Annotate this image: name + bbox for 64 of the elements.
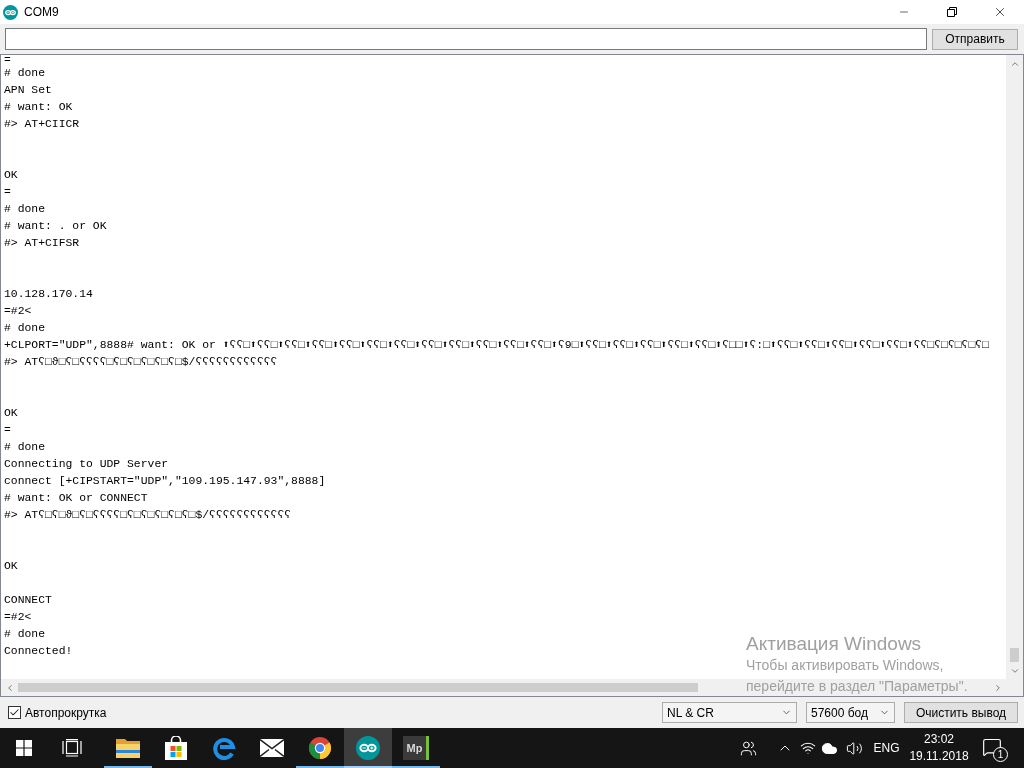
autoscroll-checkbox[interactable] bbox=[8, 706, 21, 719]
output-line: = bbox=[4, 423, 11, 438]
clock-time[interactable]: 23:02 bbox=[924, 731, 954, 748]
output-line: #> ATʕ□ʕ□ϑ□ʕ□ʕʕʕʕ□ʕ□ʕ□ʕ□ʕ□ʕ□$/ʕʕʕʕʕʕʕʕʕʕʕʕ bbox=[4, 508, 292, 523]
output-line: = bbox=[4, 185, 11, 200]
output-line: # want: . or OK bbox=[4, 219, 107, 234]
infinity-logo-icon bbox=[356, 736, 380, 760]
task-view-icon bbox=[62, 739, 82, 757]
output-line: # want: OK or CONNECT bbox=[4, 491, 148, 506]
output-line: CONNECT bbox=[4, 593, 52, 608]
scrollbar-thumb[interactable] bbox=[1010, 648, 1019, 662]
output-line: Connecting to UDP Server bbox=[4, 457, 169, 472]
output-line: # done bbox=[4, 321, 45, 336]
taskbar-button[interactable] bbox=[344, 728, 392, 768]
output-line: =#2< bbox=[4, 304, 32, 319]
browser-icon bbox=[308, 736, 332, 760]
output-line: connect [+CIPSTART="UDP","109.195.147.93",8888] bbox=[4, 474, 326, 489]
language-button[interactable]: ENG bbox=[868, 728, 905, 768]
output-line: Connected! bbox=[4, 644, 73, 659]
output-line: # done bbox=[4, 202, 45, 217]
output-line: +CLPORT="UDP",8888# want: OK or ⬆ʕʕ□⬆ʕʕ□⬆ʕʕ□⬆ʕʕ□⬆ʕʕ□⬆ʕʕ□⬆ʕʕ□⬆ʕʕ□⬆ʕʕ□⬆ʕʕ□⬆ʕʕ□⬆ʕʕ□⬆ʕ9□⬆ʕʕ□⬆ʕʕ□⬆ʕʕ□⬆ʕʕ□⬆ʕʕ□⬆ʕ□□⬆ʕ:□⬆ʕʕ□⬆ʕʕ□⬆ʕʕ□⬆ʕʕ□⬆ʕʕ□⬆ʕʕ□ʕ□ʕ□ʕ□ʕ□ bbox=[4, 338, 989, 353]
output-line: #> AT+CIFSR bbox=[4, 236, 80, 251]
output-line: # want: OK bbox=[4, 100, 73, 115]
autoscroll-label: Автопрокрутка bbox=[25, 705, 107, 720]
scrollbar-thumb[interactable] bbox=[18, 683, 698, 692]
send-button[interactable]: Отправить bbox=[932, 28, 1018, 50]
output-line: #> ATʕ□ϑ□ʕ□ʕʕʕʕ□ʕ□ʕ□ʕ□ʕ□ʕ□$/ʕʕʕʕʕʕʕʕʕʕʕʕ bbox=[4, 355, 278, 370]
restore-icon bbox=[947, 7, 957, 17]
clock-date[interactable]: 19.11.2018 bbox=[909, 748, 969, 765]
close-icon bbox=[993, 5, 1007, 19]
output-line: = bbox=[4, 55, 11, 65]
windows-logo-icon bbox=[16, 740, 32, 756]
shopping-bag-icon bbox=[165, 736, 187, 760]
output-line: # done bbox=[4, 440, 45, 455]
output-line: OK bbox=[4, 168, 18, 183]
infinity-logo-icon bbox=[3, 4, 18, 20]
check-icon bbox=[9, 707, 20, 718]
folder-icon bbox=[116, 738, 140, 758]
output-line: # done bbox=[4, 627, 45, 642]
message-input[interactable] bbox=[5, 28, 927, 50]
people-icon bbox=[739, 739, 757, 757]
line-ending-select[interactable]: NL & CR bbox=[662, 702, 797, 723]
activation-text: перейдите в раздел "Параметры". bbox=[746, 677, 968, 696]
taskbar-button[interactable]: Mp bbox=[392, 728, 440, 768]
app-logo: Mp bbox=[403, 736, 429, 760]
horizontal-scrollbar[interactable] bbox=[1, 679, 1006, 696]
notification-count: 1 bbox=[993, 747, 1008, 762]
speaker-icon bbox=[846, 739, 863, 757]
clear-output-button[interactable]: Очистить вывод bbox=[904, 702, 1018, 723]
window-title: COM9 bbox=[24, 5, 59, 19]
output-line: APN Set bbox=[4, 83, 52, 98]
browser-icon bbox=[212, 736, 236, 760]
output-line: OK bbox=[4, 406, 18, 421]
vertical-scrollbar[interactable] bbox=[1006, 55, 1023, 679]
output-line: # done bbox=[4, 66, 45, 81]
wifi-icon bbox=[799, 740, 816, 756]
output-line: 10.128.170.14 bbox=[4, 287, 93, 302]
output-line: =#2< bbox=[4, 610, 32, 625]
output-line: OK bbox=[4, 559, 18, 574]
activation-title: Активация Windows bbox=[746, 633, 923, 655]
envelope-icon bbox=[260, 739, 284, 757]
activation-text: Чтобы активировать Windows, bbox=[746, 656, 945, 675]
output-line: #> AT+CIICR bbox=[4, 117, 80, 132]
baud-rate-select[interactable]: 57600 бод bbox=[806, 702, 895, 723]
